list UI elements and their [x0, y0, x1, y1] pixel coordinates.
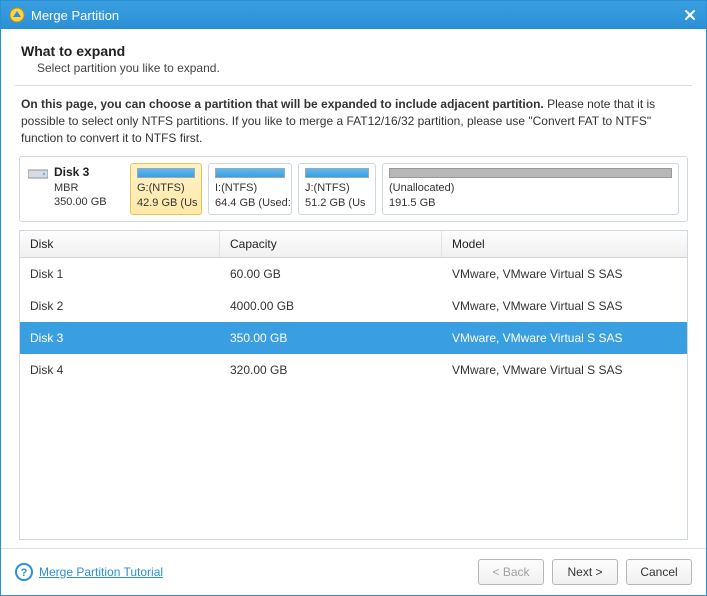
col-header-model[interactable]: Model	[442, 231, 687, 257]
cell-disk: Disk 4	[20, 354, 220, 386]
partition-g[interactable]: G:(NTFS) 42.9 GB (Us	[130, 163, 202, 215]
footer: ? Merge Partition Tutorial < Back Next >…	[1, 548, 706, 595]
cell-capacity: 4000.00 GB	[220, 290, 442, 322]
app-icon	[9, 7, 25, 23]
tutorial-link[interactable]: Merge Partition Tutorial	[39, 565, 163, 579]
partition-size: 51.2 GB (Us	[305, 196, 369, 210]
content-area: On this page, you can choose a partition…	[1, 85, 706, 548]
disk-size: 350.00 GB	[54, 195, 107, 209]
col-header-capacity[interactable]: Capacity	[220, 231, 442, 257]
cell-model: VMware, VMware Virtual S SAS	[442, 322, 687, 354]
cell-capacity: 350.00 GB	[220, 322, 442, 354]
cell-disk: Disk 3	[20, 322, 220, 354]
table-row[interactable]: Disk 24000.00 GBVMware, VMware Virtual S…	[20, 290, 687, 322]
disk-summary: Disk 3 MBR 350.00 GB	[28, 163, 124, 215]
titlebar: Merge Partition	[1, 1, 706, 29]
disk-name: Disk 3	[54, 165, 107, 181]
header-heading: What to expand	[21, 43, 686, 59]
table-row[interactable]: Disk 3350.00 GBVMware, VMware Virtual S …	[20, 322, 687, 354]
back-button[interactable]: < Back	[478, 559, 544, 585]
disk-map-panel: Disk 3 MBR 350.00 GB G:(NTFS) 42.9 GB (U…	[19, 156, 688, 222]
help-area: ? Merge Partition Tutorial	[15, 563, 470, 581]
col-header-disk[interactable]: Disk	[20, 231, 220, 257]
partition-bar	[137, 168, 195, 178]
table-row[interactable]: Disk 4320.00 GBVMware, VMware Virtual S …	[20, 354, 687, 386]
cell-disk: Disk 1	[20, 258, 220, 290]
next-button[interactable]: Next >	[552, 559, 618, 585]
disk-table: Disk Capacity Model Disk 160.00 GBVMware…	[19, 230, 688, 540]
partition-bar	[389, 168, 672, 178]
partition-bar	[305, 168, 369, 178]
cell-capacity: 60.00 GB	[220, 258, 442, 290]
disk-type: MBR	[54, 181, 107, 195]
partition-size: 64.4 GB (Used:	[215, 196, 285, 210]
cancel-button[interactable]: Cancel	[626, 559, 692, 585]
header-sub: Select partition you like to expand.	[21, 61, 686, 75]
disk-summary-text: Disk 3 MBR 350.00 GB	[54, 165, 107, 215]
hdd-icon	[28, 167, 48, 181]
description-bold: On this page, you can choose a partition…	[21, 97, 544, 111]
cell-capacity: 320.00 GB	[220, 354, 442, 386]
partition-label: G:(NTFS)	[137, 181, 195, 195]
partition-label: J:(NTFS)	[305, 181, 369, 195]
merge-partition-window: Merge Partition What to expand Select pa…	[0, 0, 707, 596]
description: On this page, you can choose a partition…	[15, 94, 692, 156]
partition-i[interactable]: I:(NTFS) 64.4 GB (Used:	[208, 163, 292, 215]
partition-unallocated[interactable]: (Unallocated) 191.5 GB	[382, 163, 679, 215]
divider	[15, 85, 692, 86]
table-header: Disk Capacity Model	[20, 231, 687, 258]
partition-j[interactable]: J:(NTFS) 51.2 GB (Us	[298, 163, 376, 215]
partition-label: I:(NTFS)	[215, 181, 285, 195]
partition-bar	[215, 168, 285, 178]
cell-model: VMware, VMware Virtual S SAS	[442, 258, 687, 290]
help-icon[interactable]: ?	[15, 563, 33, 581]
wizard-header: What to expand Select partition you like…	[1, 29, 706, 85]
svg-text:?: ?	[21, 567, 28, 579]
partition-size: 191.5 GB	[389, 196, 672, 210]
partition-size: 42.9 GB (Us	[137, 196, 195, 210]
partition-label: (Unallocated)	[389, 181, 672, 195]
cell-model: VMware, VMware Virtual S SAS	[442, 354, 687, 386]
table-body: Disk 160.00 GBVMware, VMware Virtual S S…	[20, 258, 687, 539]
window-title: Merge Partition	[31, 8, 682, 23]
close-button[interactable]	[682, 7, 698, 23]
table-row[interactable]: Disk 160.00 GBVMware, VMware Virtual S S…	[20, 258, 687, 290]
cell-disk: Disk 2	[20, 290, 220, 322]
cell-model: VMware, VMware Virtual S SAS	[442, 290, 687, 322]
